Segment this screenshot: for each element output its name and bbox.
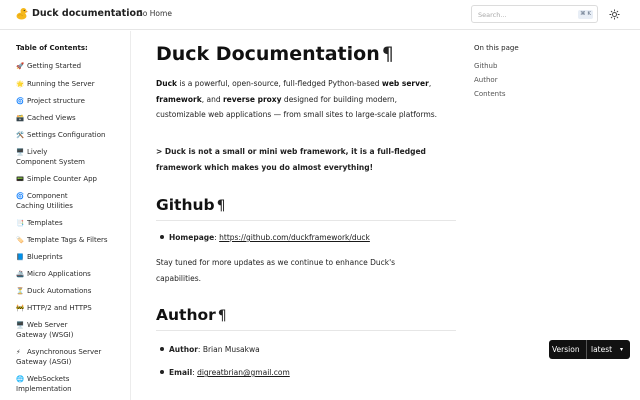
sidebar-item[interactable]: 🚢 Micro Applications [16, 269, 128, 280]
sidebar-emoji-icon: 🌐 [16, 375, 25, 383]
sidebar-emoji-icon: ⚡ [16, 348, 21, 356]
sidebar-item-label: Settings Configuration [27, 131, 106, 139]
sidebar-item-label: Simple Counter App [27, 175, 97, 183]
sidebar-item[interactable]: Gateway (ASGI) [16, 357, 128, 368]
homepage-link[interactable]: https://github.com/duckframework/duck [219, 233, 370, 242]
github-note: Stay tuned for more updates as we contin… [156, 258, 396, 283]
sidebar-item-label: HTTP/2 and HTTPS [27, 304, 92, 312]
author-permalink[interactable]: ¶ [218, 308, 227, 324]
search-input[interactable] [478, 9, 578, 21]
author-divider [156, 330, 456, 331]
theme-toggle-sun-icon[interactable] [609, 9, 620, 20]
sidebar-item-label: Implementation [16, 385, 72, 393]
sidebar-emoji-icon: 📟 [16, 175, 25, 183]
sidebar-emoji-icon: 🖥️ [16, 321, 25, 329]
sidebar-item[interactable]: Component System [16, 157, 128, 168]
chevron-down-icon[interactable]: ▾ [620, 346, 623, 353]
sidebar-item-label: Component System [16, 158, 85, 166]
sidebar-item[interactable]: 🛠️ Settings Configuration [16, 130, 128, 141]
sidebar-item[interactable]: 🗃️ Cached Views [16, 113, 128, 124]
sidebar-item-label: Gateway (WSGI) [16, 331, 74, 339]
sidebar-item-label: Asynchronous Server [27, 348, 102, 356]
sidebar-item[interactable]: Caching Utilities [16, 201, 128, 212]
search-shortcut-badge: ⌘ K [578, 10, 593, 19]
duck-logo-icon [16, 8, 28, 20]
sidebar-item[interactable]: 🏷️ Template Tags & Filters [16, 235, 128, 246]
quote-paragraph: > Duck is not a small or mini web framew… [156, 147, 426, 172]
sidebar-item[interactable]: 🌟 Running the Server [16, 79, 128, 90]
sidebar-item[interactable]: 📘 Blueprints [16, 252, 128, 263]
sidebar-item[interactable]: 📑 Templates [16, 218, 128, 229]
version-divider [586, 340, 587, 359]
sidebar-item-label: Running the Server [27, 80, 95, 88]
sidebar-emoji-icon: 🏷️ [16, 236, 25, 244]
sidebar-emoji-icon: ⏳ [16, 287, 25, 295]
sidebar-emoji-icon: 📘 [16, 253, 25, 261]
sidebar-item-label: Templates [27, 219, 63, 227]
sidebar-item[interactable]: ⏳ Duck Automations [16, 286, 128, 297]
brand-link[interactable]: Duck documentation [16, 7, 143, 20]
sidebar-item-label: Duck Automations [27, 287, 92, 295]
search-box[interactable]: ⌘ K [471, 5, 598, 23]
sidebar-emoji-icon: 🗃️ [16, 114, 25, 122]
email-link[interactable]: digreatbrian@gmail.com [197, 368, 290, 377]
sidebar-emoji-icon: 🖥️ [16, 148, 25, 156]
sidebar-item[interactable]: Gateway (WSGI) [16, 330, 128, 341]
sidebar-item[interactable]: 🚧 HTTP/2 and HTTPS [16, 303, 128, 314]
title-permalink[interactable]: ¶ [382, 43, 394, 65]
on-this-page-title: On this page [474, 44, 519, 52]
sidebar-item[interactable]: ⚡ Asynchronous Server [16, 347, 128, 358]
sidebar-item-label: Web Server [27, 321, 68, 329]
sidebar-item[interactable]: Implementation [16, 384, 128, 395]
sidebar-item[interactable]: 📟 Simple Counter App [16, 174, 128, 185]
otp-link-github[interactable]: Github [474, 62, 497, 70]
sidebar-item[interactable]: 🌐 WebSockets [16, 374, 128, 385]
sidebar-emoji-icon: 🌀 [16, 192, 25, 200]
sidebar-item-label: Getting Started [27, 62, 82, 70]
sidebar-emoji-icon: 🛠️ [16, 131, 25, 139]
sidebar-item[interactable]: 🌀 Project structure [16, 96, 128, 107]
brand-title: Duck documentation [32, 8, 143, 19]
sidebar-emoji-icon: 🚧 [16, 304, 25, 312]
github-divider [156, 220, 456, 221]
sidebar-emoji-icon: 🌀 [16, 97, 25, 105]
sidebar-item-label: Lively [27, 148, 48, 156]
sidebar-emoji-icon: 🚢 [16, 270, 25, 278]
version-value[interactable]: latest [591, 345, 612, 354]
sidebar-item[interactable]: 🖥️ Lively [16, 147, 128, 158]
sidebar-item-label: Template Tags & Filters [27, 236, 108, 244]
page-title: Duck Documentation ¶ [156, 43, 394, 65]
otp-link-contents[interactable]: Contents [474, 90, 506, 98]
sidebar: Table of Contents: 🚀 Getting Started 🌟 Runn… [0, 31, 131, 400]
sidebar-item-label: Project structure [27, 97, 85, 105]
go-home-link[interactable]: Go Home [137, 9, 172, 18]
sidebar-item-label: Component [27, 192, 68, 200]
github-heading: Github ¶ [156, 196, 226, 214]
sidebar-emoji-icon: 🚀 [16, 62, 25, 70]
sidebar-emoji-icon: 🌟 [16, 80, 25, 88]
sidebar-item[interactable]: 🚀 Getting Started [16, 61, 128, 72]
email-list-item: Email: digreatbrian@gmail.com [160, 368, 290, 377]
version-selector[interactable]: Version latest ▾ [549, 340, 630, 359]
author-heading: Author ¶ [156, 306, 227, 324]
intro-paragraph: Duck is a powerful, open-source, full-fl… [156, 79, 438, 119]
otp-link-author[interactable]: Author [474, 76, 498, 84]
sidebar-emoji-icon: 📑 [16, 219, 25, 227]
version-label: Version [552, 345, 580, 354]
sidebar-item-label: WebSockets [27, 375, 70, 383]
sidebar-title: Table of Contents: [16, 44, 88, 52]
sidebar-item[interactable]: 🖥️ Web Server [16, 320, 128, 331]
sidebar-item-label: Caching Utilities [16, 202, 73, 210]
homepage-list-item: Homepage: https://github.com/duckframewo… [160, 233, 370, 242]
author-list-item: Author: Brian Musakwa [160, 345, 260, 354]
sidebar-item-label: Cached Views [27, 114, 76, 122]
sidebar-item-label: Micro Applications [27, 270, 91, 278]
top-header: Duck documentation Go Home ⌘ K [0, 0, 640, 30]
sidebar-item-label: Gateway (ASGI) [16, 358, 72, 366]
sidebar-item[interactable]: 🌀 Component [16, 191, 128, 202]
sidebar-item-label: Blueprints [27, 253, 63, 261]
github-permalink[interactable]: ¶ [217, 198, 226, 214]
